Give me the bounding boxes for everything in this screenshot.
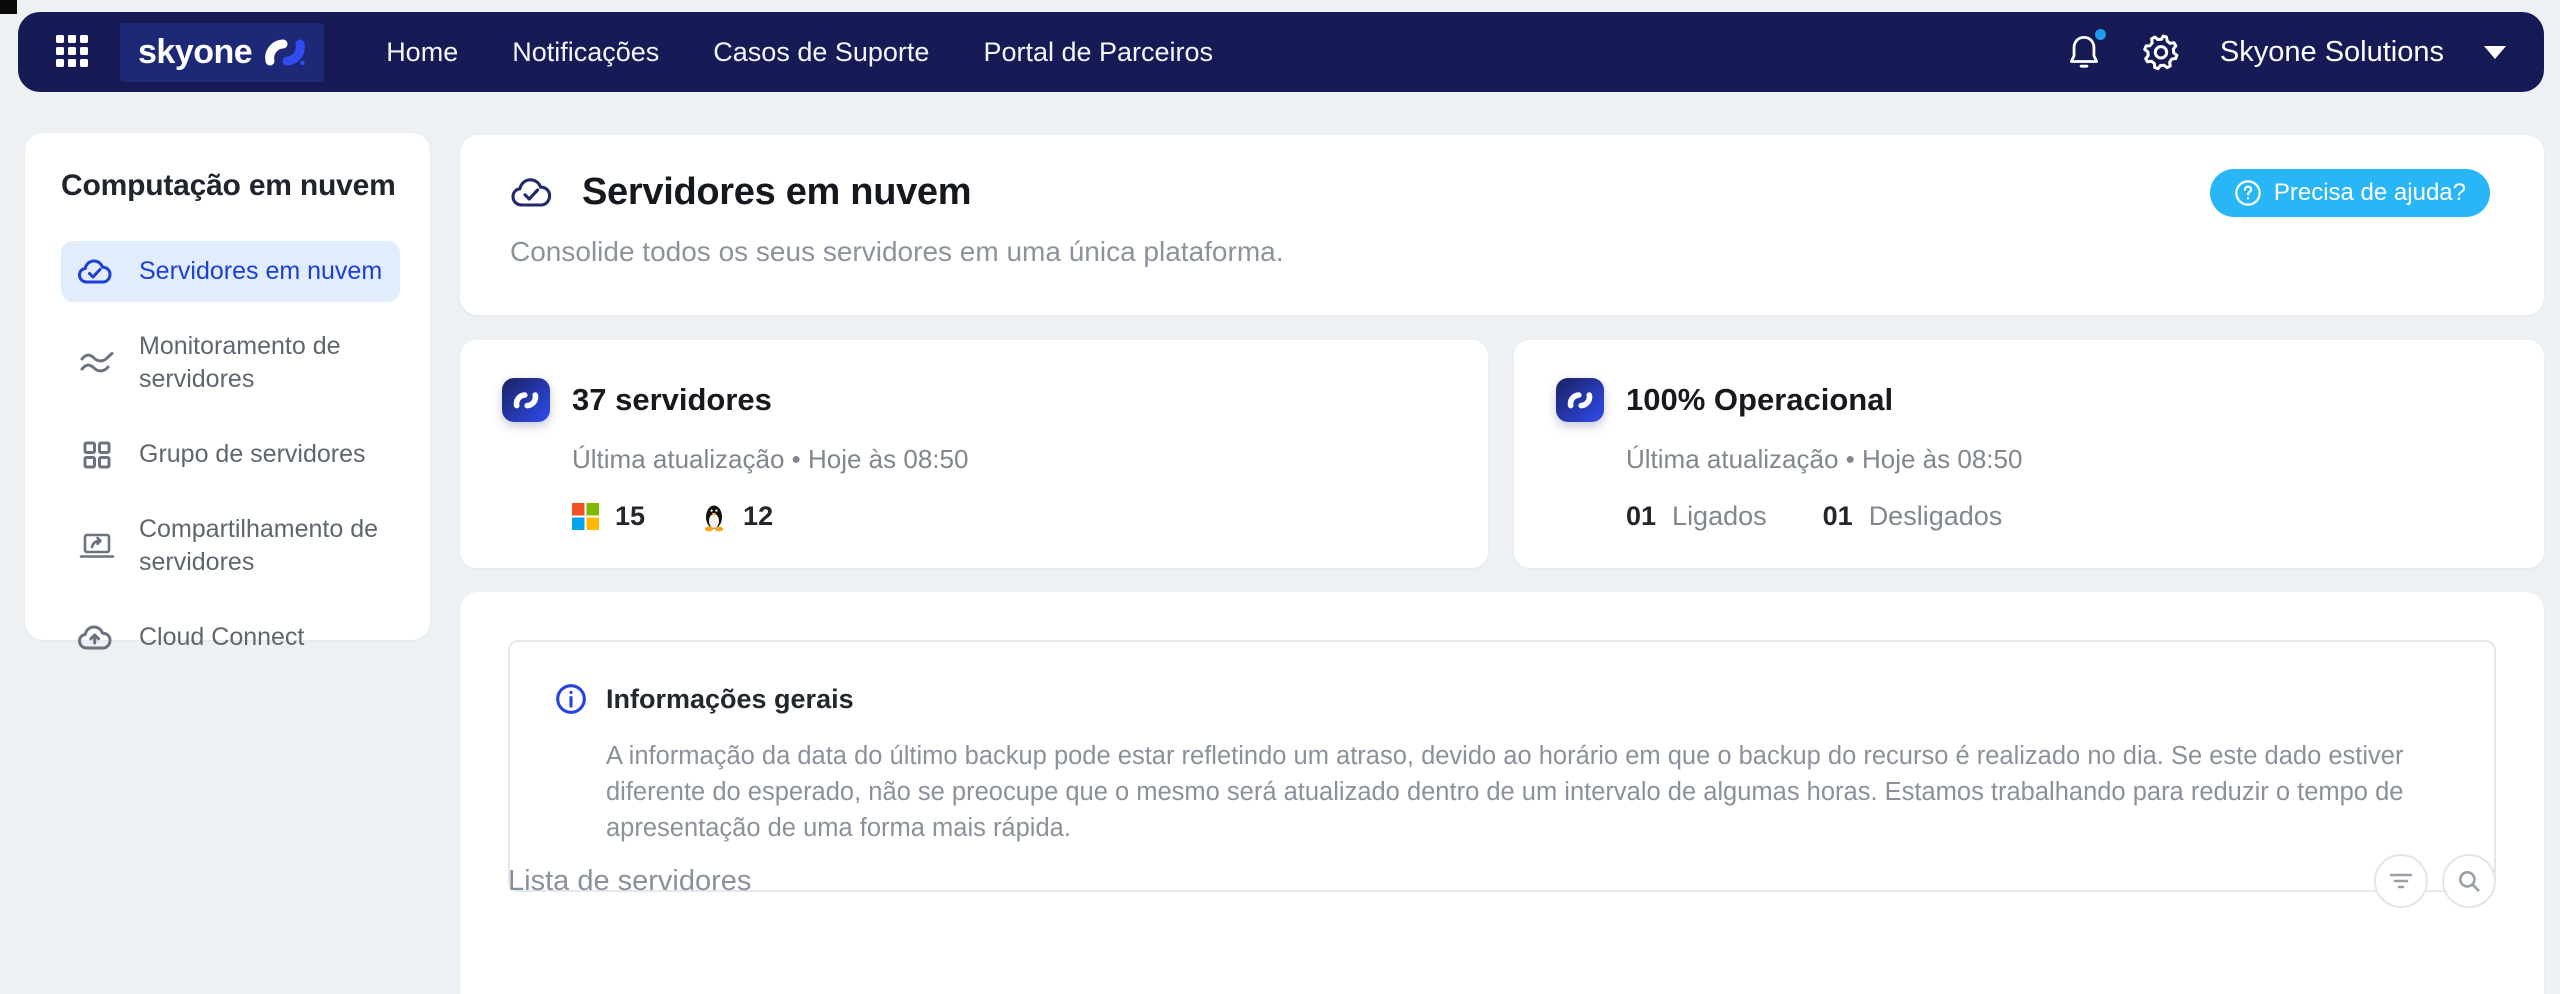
sidebar: Computação em nuvem Servidores em nuvem … (25, 133, 430, 640)
notifications-bell-icon[interactable] (2066, 33, 2102, 71)
sidebar-title: Computação em nuvem (61, 169, 400, 203)
page-title: Servidores em nuvem (582, 171, 971, 214)
info-title: Informações gerais (606, 684, 854, 715)
filter-lines-icon (2388, 870, 2414, 892)
cloud-check-icon (77, 257, 117, 287)
windows-count: 15 (615, 501, 645, 532)
screen-corner-artifact (0, 0, 17, 14)
help-button-label: Precisa de ajuda? (2274, 179, 2466, 207)
help-button[interactable]: Precisa de ajuda? (2210, 169, 2490, 217)
operational-last-update: Última atualização • Hoje às 08:50 (1626, 444, 2022, 475)
cloud-check-icon (510, 175, 558, 211)
main-menu: Home Notificações Casos de Suporte Porta… (386, 37, 1213, 68)
linux-tux-icon (701, 502, 727, 532)
servers-last-update: Última atualização • Hoje às 08:50 (572, 444, 968, 475)
info-body-text: A informação da data do último backup po… (606, 738, 2450, 846)
sidebar-item-label: Servidores em nuvem (139, 255, 382, 288)
account-menu[interactable]: Skyone Solutions (2220, 36, 2444, 69)
skyone-logo[interactable]: skyone (120, 23, 324, 82)
powered-off-count: 01 (1823, 501, 1853, 532)
info-circle-icon (554, 682, 588, 716)
page-header-card: Servidores em nuvem Consolide todos os s… (460, 135, 2544, 315)
sidebar-item-label: Monitoramento de servidores (139, 330, 384, 396)
navbar-actions: Skyone Solutions (2066, 33, 2506, 71)
cloud-upload-icon (77, 623, 117, 653)
skyone-badge-icon (1556, 378, 1604, 422)
server-list-title: Lista de servidores (508, 865, 751, 898)
search-button[interactable] (2442, 854, 2496, 908)
powered-on-count: 01 (1626, 501, 1656, 532)
servers-count-title: 37 servidores (572, 382, 968, 418)
skyone-swoosh-icon (264, 35, 306, 69)
sidebar-item-label: Cloud Connect (139, 621, 304, 654)
settings-gear-icon[interactable] (2142, 33, 2180, 71)
linux-count: 12 (743, 501, 773, 532)
filter-button[interactable] (2374, 854, 2428, 908)
sidebar-item-label: Compartilhamento de servidores (139, 513, 384, 579)
powered-on-label: Ligados (1672, 501, 1767, 532)
sidebar-item-label: Grupo de servidores (139, 438, 366, 471)
nav-item-portal-de-parceiros[interactable]: Portal de Parceiros (983, 37, 1213, 68)
sidebar-item-monitoramento[interactable]: Monitoramento de servidores (61, 316, 400, 410)
nav-item-casos-de-suporte[interactable]: Casos de Suporte (713, 37, 929, 68)
skyone-badge-icon (502, 378, 550, 422)
search-icon (2456, 868, 2482, 894)
brand-wordmark: skyone (138, 33, 252, 72)
notification-badge-dot (2095, 29, 2106, 40)
chevron-down-icon[interactable] (2484, 46, 2506, 59)
servers-summary-card: 37 servidores Última atualização • Hoje … (460, 340, 1488, 568)
app-launcher-icon[interactable] (56, 35, 90, 69)
sidebar-item-servidores-em-nuvem[interactable]: Servidores em nuvem (61, 241, 400, 302)
activity-waves-icon (77, 350, 117, 376)
share-screen-icon (77, 531, 117, 561)
nav-item-home[interactable]: Home (386, 37, 458, 68)
sidebar-item-cloud-connect[interactable]: Cloud Connect (61, 607, 400, 668)
operational-title: 100% Operacional (1626, 382, 2022, 418)
windows-logo-icon (572, 503, 599, 530)
page-subtitle: Consolide todos os seus servidores em um… (510, 236, 1284, 268)
top-navbar: skyone Home Notificações Casos de Suport… (18, 12, 2544, 92)
grid-squares-icon (77, 440, 117, 470)
sidebar-list: Servidores em nuvem Monitoramento de ser… (61, 241, 400, 668)
nav-item-notificacoes[interactable]: Notificações (512, 37, 659, 68)
server-list-card: Informações gerais A informação da data … (460, 592, 2544, 994)
question-circle-icon (2234, 179, 2262, 207)
powered-off-label: Desligados (1869, 501, 2003, 532)
operational-status-card: 100% Operacional Última atualização • Ho… (1514, 340, 2544, 568)
sidebar-item-grupo-de-servidores[interactable]: Grupo de servidores (61, 424, 400, 485)
sidebar-item-compartilhamento[interactable]: Compartilhamento de servidores (61, 499, 400, 593)
page-head: Servidores em nuvem Consolide todos os s… (510, 171, 1284, 268)
